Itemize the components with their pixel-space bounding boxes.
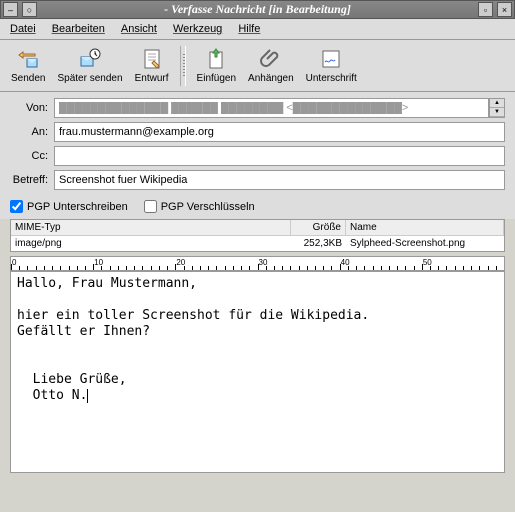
attachment-row[interactable]: image/png 252,3KB Sylpheed-Screenshot.pn… [11, 236, 504, 251]
header-fields: Von: ▲▼ An: Cc: Betreff: [0, 92, 515, 198]
signature-button[interactable]: Unterschrift [301, 43, 362, 89]
text-cursor [87, 389, 88, 403]
col-size[interactable]: Größe [291, 220, 346, 235]
attachment-list[interactable]: MIME-Typ Größe Name image/png 252,3KB Sy… [10, 219, 505, 252]
draft-button[interactable]: Entwurf [130, 43, 174, 89]
col-mime[interactable]: MIME-Typ [11, 220, 291, 235]
menu-tools[interactable]: Werkzeug [167, 21, 228, 37]
menu-edit[interactable]: Bearbeiten [46, 21, 111, 37]
window-title: - Verfasse Nachricht [in Bearbeitung] [39, 2, 476, 17]
ruler: 0102030405060 [10, 256, 505, 271]
window-menu-button[interactable]: – [3, 2, 18, 17]
pgp-options: PGP Unterschreiben PGP Verschlüsseln [0, 198, 515, 219]
cc-label: Cc: [10, 150, 54, 162]
from-selector[interactable]: ▲▼ [489, 98, 505, 118]
to-field[interactable] [54, 122, 505, 142]
pgp-sign-check[interactable]: PGP Unterschreiben [10, 200, 128, 213]
send-icon [16, 47, 40, 71]
menubar: Datei Bearbeiten Ansicht Werkzeug Hilfe [0, 19, 515, 40]
message-body[interactable]: Hallo, Frau Mustermann, hier ein toller … [10, 271, 505, 473]
col-name[interactable]: Name [346, 220, 504, 235]
signature-icon [319, 47, 343, 71]
to-label: An: [10, 126, 54, 138]
from-label: Von: [10, 102, 54, 114]
send-button[interactable]: Senden [6, 43, 50, 89]
send-later-button[interactable]: Später senden [52, 43, 127, 89]
minimize-button[interactable]: ▫ [478, 2, 493, 17]
subject-label: Betreff: [10, 174, 54, 186]
menu-help[interactable]: Hilfe [232, 21, 266, 37]
menu-file[interactable]: Datei [4, 21, 42, 37]
close-button[interactable]: × [497, 2, 512, 17]
subject-field[interactable] [54, 170, 505, 190]
cc-field[interactable] [54, 146, 505, 166]
toolbar-separator [180, 46, 186, 86]
pgp-encrypt-check[interactable]: PGP Verschlüsseln [144, 200, 255, 213]
clock-mail-icon [78, 47, 102, 71]
window-pin-button[interactable]: ○ [22, 2, 37, 17]
titlebar: – ○ - Verfasse Nachricht [in Bearbeitung… [0, 0, 515, 19]
insert-button[interactable]: Einfügen [192, 43, 241, 89]
menu-view[interactable]: Ansicht [115, 21, 163, 37]
from-field[interactable] [54, 98, 489, 118]
toolbar: Senden Später senden Entwurf Einfügen An… [0, 40, 515, 92]
paperclip-icon [259, 47, 283, 71]
draft-icon [140, 47, 164, 71]
insert-icon [204, 47, 228, 71]
attach-button[interactable]: Anhängen [243, 43, 299, 89]
